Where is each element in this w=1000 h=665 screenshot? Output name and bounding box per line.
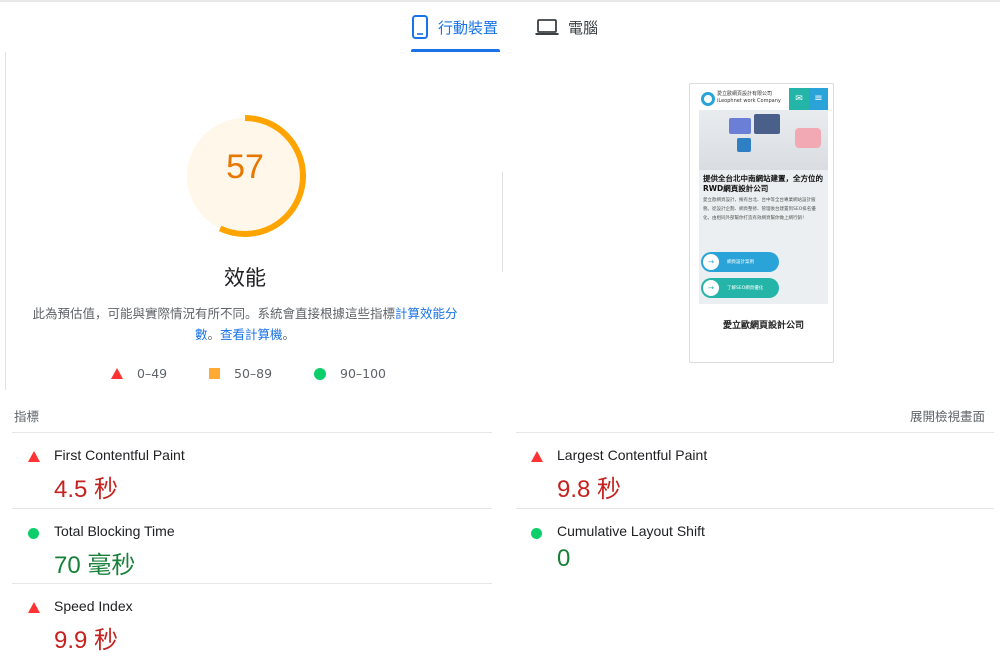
divider [12,508,492,509]
site-hero-image [699,110,828,170]
metric-total-blocking-time: Total Blocking Time 70 毫秒 [12,511,482,583]
legend-average-range: 50–89 [234,366,273,381]
site-company-name: 愛立歐網頁設計有限公司 iLeophnet work Company [717,91,781,105]
arrow-right-icon: → [703,280,719,296]
divider [516,508,994,509]
metric-name: First Contentful Paint [54,447,185,463]
performance-score: 57 [226,148,264,186]
fail-triangle-icon [28,602,40,613]
company-subtitle: iLeophnet work Company [717,98,781,104]
site-header: 愛立歐網頁設計有限公司 iLeophnet work Company ✉ ≡ [699,88,828,110]
hero-card [737,138,751,152]
fail-triangle-icon [531,451,543,462]
description-end: 。 [282,327,296,342]
metric-name: Largest Contentful Paint [557,447,708,463]
tab-mobile-label: 行動裝置 [438,18,499,37]
expand-view-toggle[interactable]: 展開檢視畫面 [910,406,985,425]
active-tab-indicator [411,49,500,52]
device-tabs: 行動裝置 電腦 [0,2,1000,52]
screenshot-content: 愛立歐網頁設計有限公司 iLeophnet work Company ✉ ≡ 提… [699,88,828,358]
arrow-right-icon: → [703,254,719,270]
laptop-icon [535,19,559,35]
divider [516,432,994,433]
site-footer-text: 愛立歐網頁設計公司 [722,321,804,331]
metrics-heading: 指標 [14,409,40,424]
metric-value: 4.5 秒 [54,476,119,503]
page-screenshot[interactable]: 愛立歐網頁設計有限公司 iLeophnet work Company ✉ ≡ 提… [689,83,834,363]
panel-divider [5,52,6,390]
legend-pass-range: 90–100 [340,366,387,381]
tab-desktop[interactable]: 電腦 [535,2,605,52]
pass-circle-icon [28,528,39,539]
mail-icon: ✉ [789,88,809,110]
metric-value: 9.8 秒 [557,476,622,503]
calculator-link[interactable]: 查看計算機 [220,327,283,342]
metric-cumulative-layout-shift: Cumulative Layout Shift 0 [515,511,985,583]
metric-largest-contentful-paint: Largest Contentful Paint 9.8 秒 [515,435,985,507]
site-headline: 提供全台北中南網站建置，全方位的RWD網頁設計公司 [703,174,823,193]
fail-triangle-icon [28,451,40,462]
description-sep: 。 [207,327,220,342]
metric-value: 9.9 秒 [54,627,119,654]
score-description: 此為預估值，可能與實際情況有所不同。系統會直接根據這些指標計算效能分數。查看計算… [30,303,460,345]
legend-average: 50–89 [209,366,272,381]
pass-circle-icon [314,367,326,380]
legend-pass: 90–100 [314,366,386,381]
metric-value: 0 [557,545,571,572]
site-seo-button: → 了解SEO網頁優化 [701,278,779,298]
score-legend: 0–49 50–89 90–100 [0,366,500,384]
site-portfolio-button: → 網頁設計案例 [701,252,779,272]
site-button-label: 網頁設計案例 [727,260,754,265]
hamburger-menu-icon: ≡ [809,88,828,110]
metric-value: 70 毫秒 [54,552,136,579]
tab-desktop-label: 電腦 [568,18,599,37]
hero-card [729,118,751,134]
description-text: 此為預估值，可能與實際情況有所不同。系統會直接根據這些指標 [32,306,395,321]
site-paragraph: 愛立歐網頁設計，擁有台北、台中等全台專業網站設計服務。從設計企劃、網頁整修、管理… [703,198,816,221]
site-logo [701,92,715,106]
pass-circle-icon [531,528,542,539]
metric-first-contentful-paint: First Contentful Paint 4.5 秒 [12,435,482,507]
phone-icon [412,15,428,39]
panel-divider [502,172,503,272]
performance-title: 效能 [224,266,266,290]
average-square-icon [209,368,220,379]
company-name: 愛立歐網頁設計有限公司 [717,91,773,97]
hero-lamp [795,128,821,148]
fail-triangle-icon [111,368,123,379]
metric-name: Speed Index [54,598,133,614]
legend-fail-range: 0–49 [137,366,168,381]
divider [12,432,492,433]
metric-name: Total Blocking Time [54,523,175,539]
divider [12,583,492,584]
hero-card [754,114,780,134]
metric-speed-index: Speed Index 9.9 秒 [12,586,482,658]
legend-fail: 0–49 [111,366,167,381]
metric-name: Cumulative Layout Shift [557,523,705,539]
site-button-label: 了解SEO網頁優化 [727,286,764,291]
site-footer: 愛立歐網頁設計公司 [699,304,828,358]
tab-mobile[interactable]: 行動裝置 [411,2,500,52]
